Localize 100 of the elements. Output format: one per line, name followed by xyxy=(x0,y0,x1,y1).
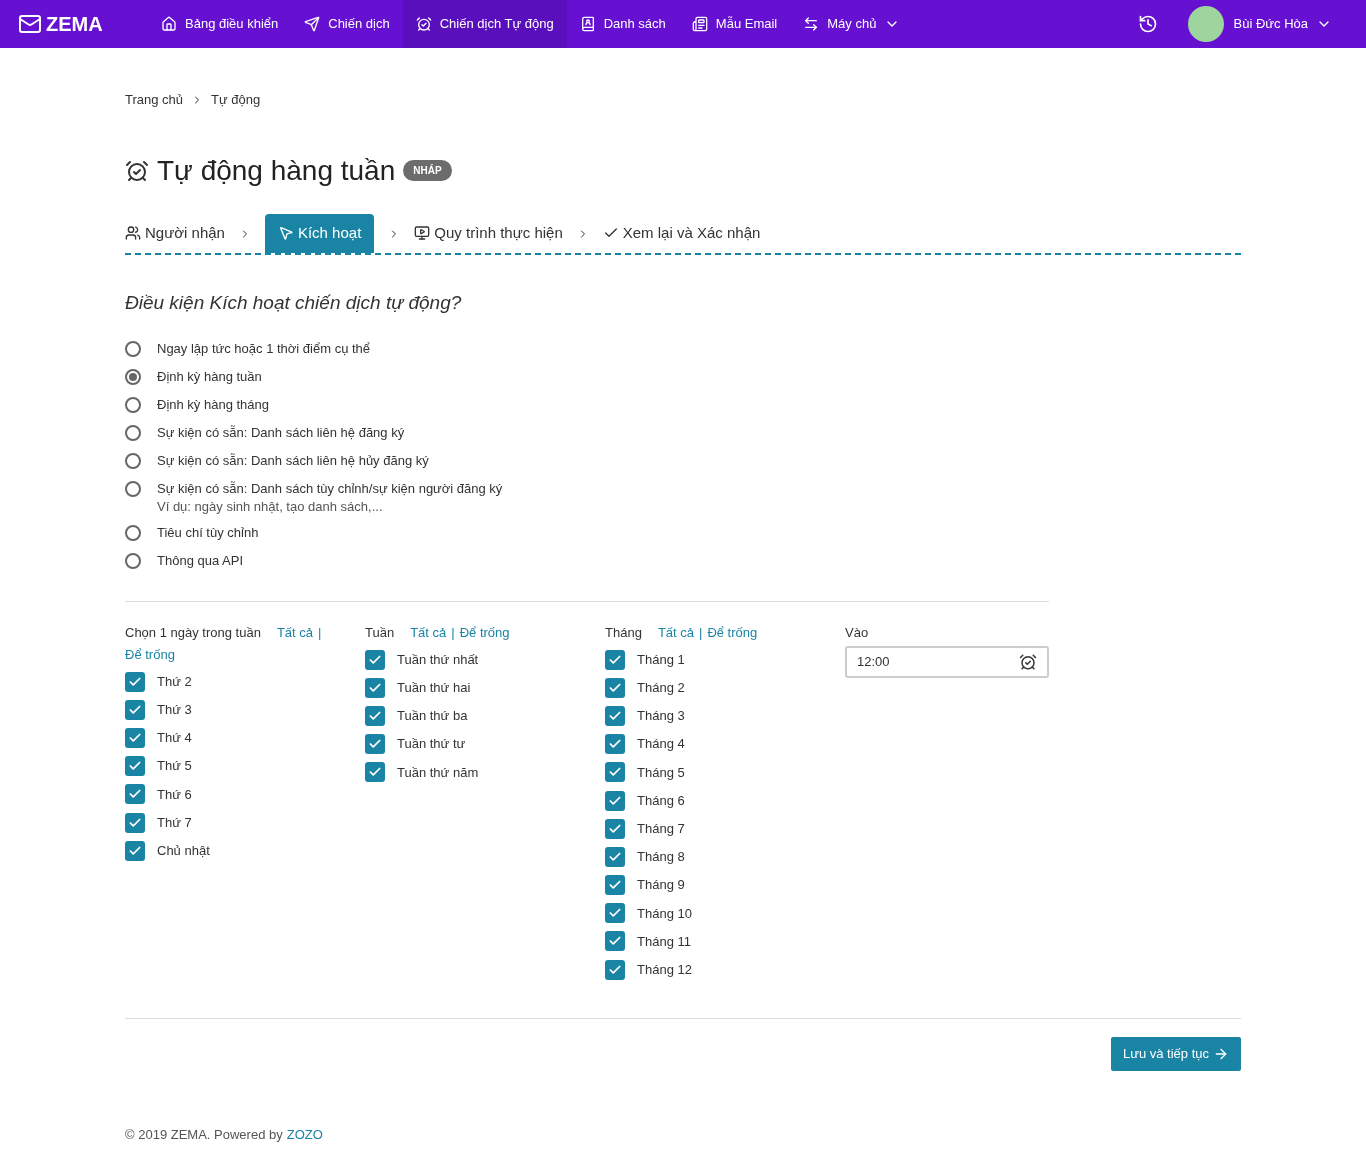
newspaper-icon xyxy=(691,16,708,32)
alarm-clock-icon xyxy=(125,158,149,183)
nav-link[interactable]: Chiến dịch xyxy=(291,0,403,48)
checkbox[interactable] xyxy=(125,727,145,748)
select-all-link[interactable]: Tất cả xyxy=(657,624,694,640)
radio-button[interactable] xyxy=(125,397,141,413)
wizard-step-tab[interactable]: Người nhận xyxy=(125,213,225,253)
clear-link[interactable]: Để trống xyxy=(125,646,175,662)
checkbox-label: Tháng 7 xyxy=(637,819,685,838)
checkbox[interactable] xyxy=(125,784,145,805)
history-icon[interactable] xyxy=(1137,14,1158,34)
checkbox[interactable] xyxy=(125,671,145,692)
breadcrumb-link[interactable]: Tự động xyxy=(211,90,261,110)
checkbox[interactable] xyxy=(365,705,385,726)
user-avatar[interactable] xyxy=(1187,6,1224,42)
time-label: Vào xyxy=(845,623,870,642)
checkbox[interactable] xyxy=(605,903,625,924)
checkbox-label: Tháng 3 xyxy=(637,707,685,726)
radio-label: Định kỳ hàng tháng xyxy=(157,396,270,415)
checkbox[interactable] xyxy=(125,756,145,777)
wizard-step-tab[interactable]: Xem lại và Xác nhận xyxy=(602,213,761,253)
section-question: Điều kiện Kích hoạt chiến dịch tự động? xyxy=(125,290,463,315)
wizard-step-tab[interactable]: Kích hoạt xyxy=(264,213,375,253)
status-badge: NHÁP xyxy=(403,160,452,181)
nav-link[interactable]: Bảng điều khiển xyxy=(148,0,292,48)
radio-button[interactable] xyxy=(125,552,141,569)
checkbox[interactable] xyxy=(125,840,145,861)
checkbox[interactable] xyxy=(365,734,385,755)
radio-label: Sự kiện có sẵn: Danh sách tùy chỉnh/sự kiện người đăng ký xyxy=(157,480,503,499)
radio-label: Sự kiện có sẵn: Danh sách liên hệ đăng ký xyxy=(157,424,405,443)
clear-link[interactable]: Để trống xyxy=(707,624,758,640)
checkbox[interactable] xyxy=(605,734,625,755)
checkbox-label: Thứ 5 xyxy=(157,757,192,776)
footer-link[interactable]: ZOZO xyxy=(286,1124,323,1145)
breadcrumb-link[interactable]: Trang chủ xyxy=(125,90,184,110)
radio-button[interactable] xyxy=(125,425,141,441)
checkbox[interactable] xyxy=(365,649,385,670)
checkbox-label: Thứ 3 xyxy=(157,701,192,720)
wizard-step-tab[interactable]: Quy trình thực hiện xyxy=(414,213,563,253)
group-title: Tuần xyxy=(365,624,395,640)
link-separator: | xyxy=(451,624,455,640)
home-icon xyxy=(161,16,177,32)
checkbox-label: Thứ 2 xyxy=(157,672,192,691)
paper-plane-icon xyxy=(304,16,321,32)
option-hint: Ví dụ: ngày sinh nhật, tạo danh sách,... xyxy=(157,498,384,516)
checkbox[interactable] xyxy=(125,812,145,833)
checkbox-label: Tuần thứ nhất xyxy=(397,650,479,669)
checkbox-label: Tuần thứ tư xyxy=(397,735,466,754)
checkbox[interactable] xyxy=(125,699,145,720)
checkbox-label: Tháng 5 xyxy=(637,763,685,782)
checkbox-label: Chủ nhật xyxy=(157,841,210,860)
checkbox-label: Tuần thứ ba xyxy=(397,707,468,726)
radio-button[interactable] xyxy=(125,453,141,469)
link-separator: | xyxy=(699,624,703,640)
checkbox[interactable] xyxy=(605,677,625,698)
checkbox[interactable] xyxy=(365,677,385,698)
checkbox[interactable] xyxy=(605,705,625,726)
checkbox-label: Tháng 11 xyxy=(637,932,691,951)
group-title: Tháng xyxy=(605,624,642,640)
checkbox[interactable] xyxy=(365,762,385,783)
checkbox[interactable] xyxy=(605,959,625,980)
checkbox-label: Thứ 6 xyxy=(157,785,192,804)
page-title: Tự động hàng tuần xyxy=(157,153,396,188)
checkbox[interactable] xyxy=(605,846,625,867)
checkbox-label: Tuần thứ năm xyxy=(397,763,479,782)
alarm-clock-icon xyxy=(1019,652,1037,671)
user-menu[interactable]: Bùi Đức Hòa xyxy=(1233,14,1332,34)
time-input[interactable]: 12:00 xyxy=(845,645,1049,678)
clear-link[interactable]: Để trống xyxy=(459,624,510,640)
radio-label: Ngay lập tức hoặc 1 thời điểm cụ thể xyxy=(157,340,371,359)
nav-link[interactable]: Mẫu Email xyxy=(678,0,791,48)
radio-button[interactable] xyxy=(125,524,141,541)
checkbox-label: Tháng 4 xyxy=(637,735,685,754)
select-all-link[interactable]: Tất cả xyxy=(276,624,313,640)
logo-text: ZEMA xyxy=(46,12,103,37)
radio-button[interactable] xyxy=(125,369,141,385)
nav-link[interactable]: Máy chủ xyxy=(790,0,914,48)
checkbox[interactable] xyxy=(605,649,625,670)
select-all-link[interactable]: Tất cả xyxy=(410,624,447,640)
nav-link[interactable]: Chiến dịch Tự động xyxy=(402,0,567,48)
footer-text: © 2019 ZEMA. Powered by xyxy=(125,1125,283,1144)
radio-button[interactable] xyxy=(125,481,141,497)
checkbox-label: Tháng 8 xyxy=(637,848,685,867)
radio-label: Thông qua API xyxy=(157,551,243,570)
nav-link[interactable]: Danh sách xyxy=(566,0,679,48)
save-continue-button[interactable]: Lưu và tiếp tục xyxy=(1110,1036,1241,1071)
link-separator: | xyxy=(318,624,322,640)
checkbox-label: Tháng 10 xyxy=(637,904,692,923)
checkbox[interactable] xyxy=(605,762,625,783)
checkbox-label: Tháng 12 xyxy=(637,960,692,979)
checkbox[interactable] xyxy=(605,818,625,839)
radio-label: Sự kiện có sẵn: Danh sách liên hệ hủy đăng ký xyxy=(157,452,429,471)
checkbox[interactable] xyxy=(605,790,625,811)
checkbox-label: Tháng 6 xyxy=(637,791,685,810)
radio-button[interactable] xyxy=(125,341,141,357)
contact-book-icon xyxy=(579,16,596,32)
checkbox-label: Thứ 4 xyxy=(157,729,192,748)
radio-label: Tiêu chí tùy chỉnh xyxy=(157,523,259,542)
checkbox[interactable] xyxy=(605,875,625,896)
checkbox[interactable] xyxy=(605,931,625,952)
